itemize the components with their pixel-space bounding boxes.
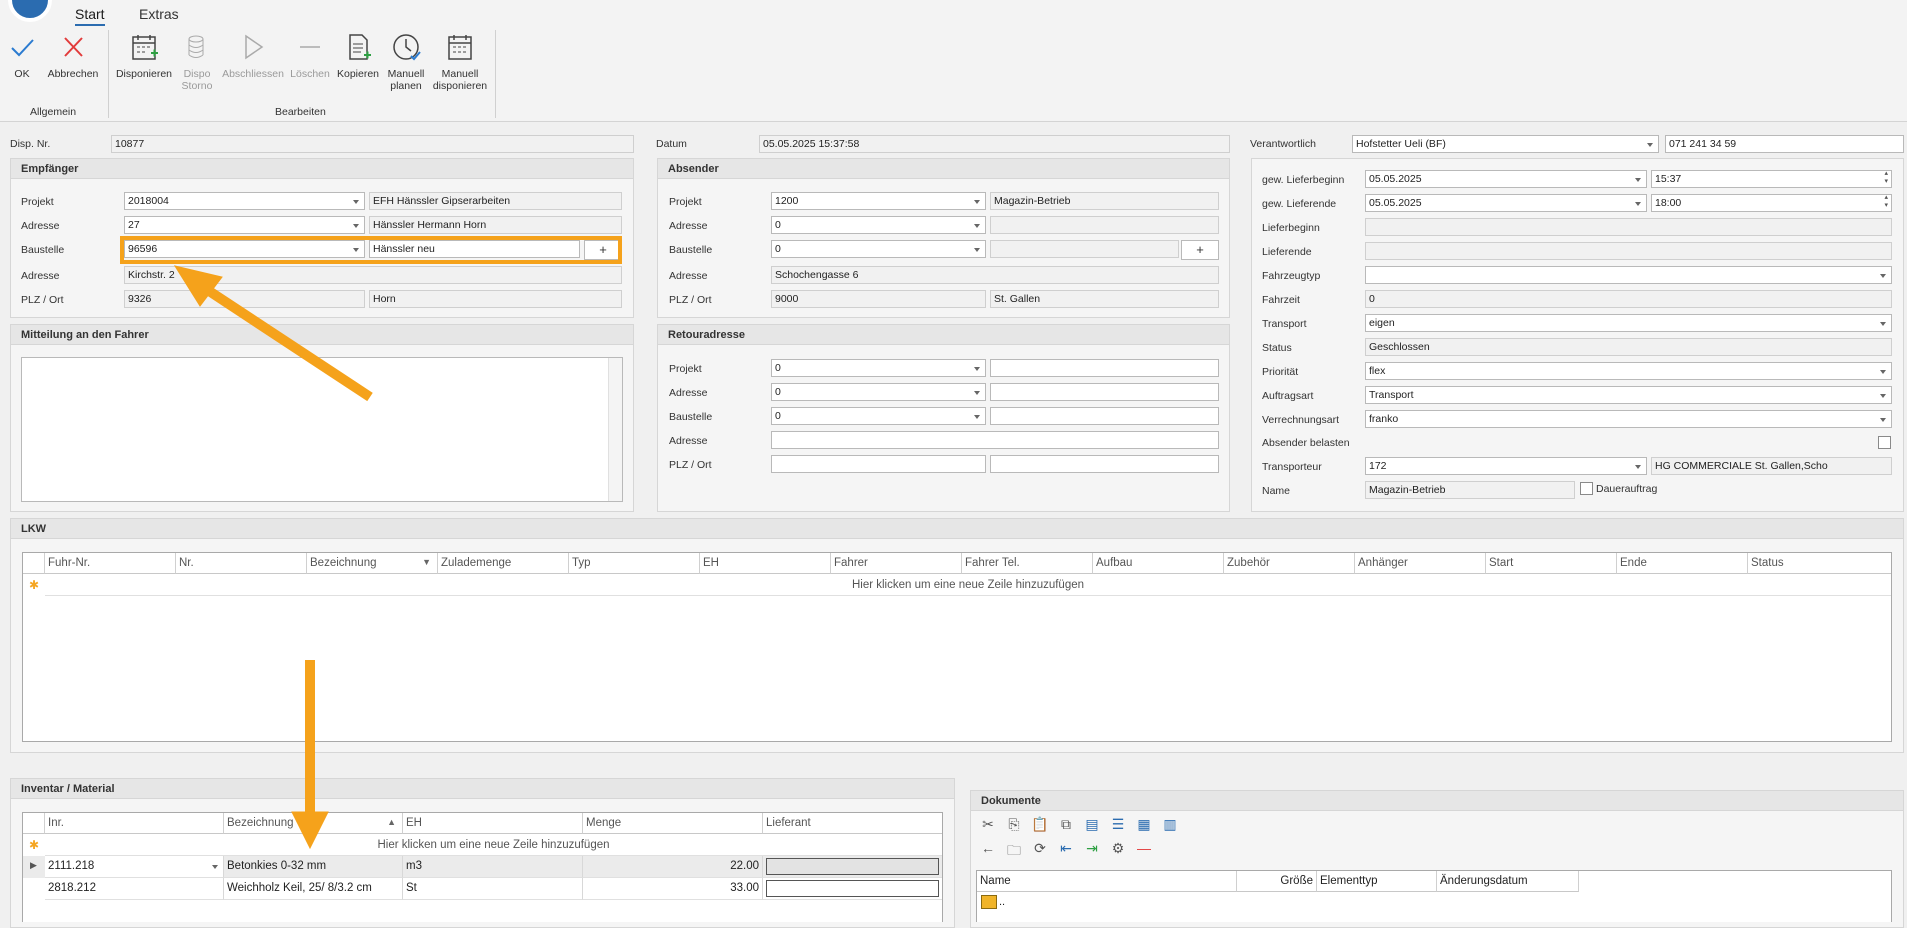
arrow-to-baustelle [173,265,373,402]
annotation-arrows [173,265,373,850]
arrow-to-bezeichnung [291,660,329,850]
arrow-head [291,811,329,850]
